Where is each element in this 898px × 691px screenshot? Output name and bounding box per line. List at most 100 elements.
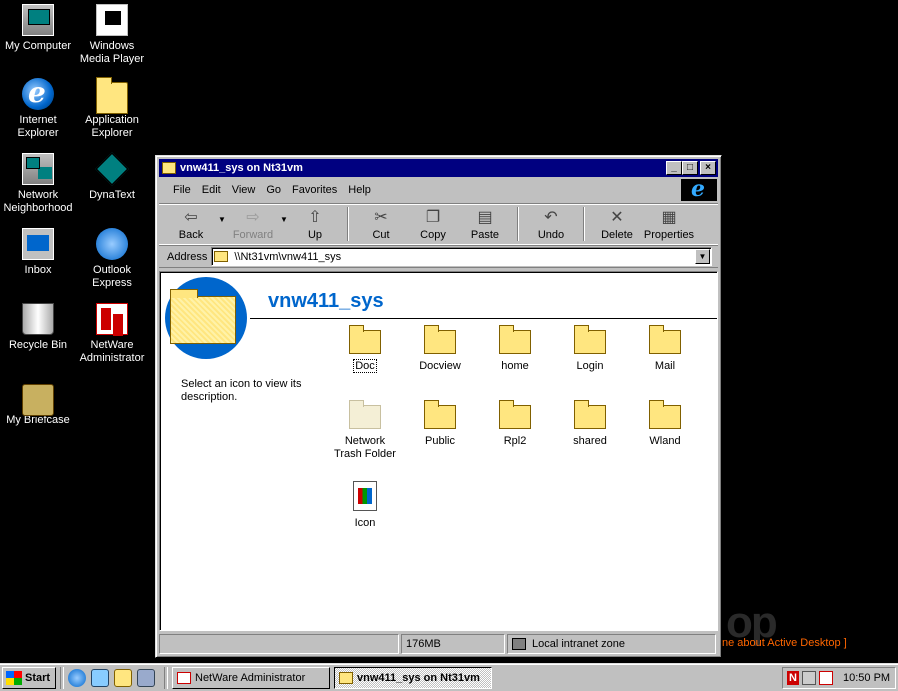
netware-tray-icon[interactable]: N bbox=[787, 671, 799, 685]
copy-icon: ❐ bbox=[425, 209, 441, 226]
volume-tray-icon[interactable] bbox=[802, 671, 816, 685]
folder-icon bbox=[214, 251, 229, 262]
clock[interactable]: 10:50 PM bbox=[843, 672, 890, 684]
folder-view: vnw411_sys Select an icon to view its de… bbox=[159, 271, 718, 631]
menu-file[interactable]: File bbox=[173, 184, 191, 196]
windows-flag-icon bbox=[6, 670, 22, 685]
properties-button[interactable]: ▦ Properties bbox=[643, 207, 695, 244]
large-folder-icon bbox=[170, 289, 236, 344]
toolbar-separator bbox=[517, 207, 519, 241]
menu-view[interactable]: View bbox=[232, 184, 256, 196]
up-folder-icon: ⇧ bbox=[308, 209, 322, 226]
desktop-icon-internet-explorer[interactable]: Internet Explorer bbox=[0, 76, 76, 140]
inbox-icon bbox=[22, 228, 54, 260]
folder-icon bbox=[649, 400, 681, 429]
folder-icon bbox=[424, 400, 456, 429]
recycle-bin-icon bbox=[22, 303, 54, 335]
explorer-window: vnw411_sys on Nt31vm _ □ × File Edit Vie… bbox=[155, 155, 722, 658]
desktop-icon-my-computer[interactable]: My Computer bbox=[0, 4, 76, 53]
folder-icon bbox=[424, 325, 456, 354]
intranet-zone-icon bbox=[512, 638, 526, 650]
folder-item-rpl2[interactable]: Rpl2 bbox=[480, 397, 550, 448]
up-button[interactable]: ⇧ Up bbox=[289, 207, 341, 244]
folder-icon bbox=[499, 400, 531, 429]
description-text: Select an icon to view its description. bbox=[181, 378, 302, 403]
desktop-icon-dynatext[interactable]: DynaText bbox=[74, 152, 150, 202]
forward-dropdown-icon[interactable]: ▼ bbox=[279, 215, 289, 244]
task-explorer-window[interactable]: vnw411_sys on Nt31vm bbox=[334, 666, 492, 689]
undo-icon: ↶ bbox=[544, 209, 558, 226]
window-title: vnw411_sys on Nt31vm bbox=[180, 162, 303, 174]
desktop-icon-my-briefcase[interactable]: My Briefcase bbox=[0, 378, 76, 427]
back-arrow-icon: ⇦ bbox=[184, 209, 198, 226]
toolbar: ⇦ Back ▼ ⇨ Forward ▼ ⇧ Up ✂ Cut ❐ Copy ▤… bbox=[159, 203, 718, 245]
quicklaunch-show-desktop-icon[interactable] bbox=[114, 668, 132, 687]
desktop-icon-network-neighborhood[interactable]: Network Neighborhood bbox=[0, 153, 76, 215]
folder-item-mail[interactable]: Mail bbox=[630, 322, 700, 373]
folder-icon bbox=[162, 162, 176, 174]
address-value: \\Nt31vm\vnw411_sys bbox=[234, 250, 342, 263]
folder-item-login[interactable]: Login bbox=[555, 322, 625, 373]
quicklaunch-channels-icon[interactable] bbox=[137, 668, 155, 687]
toolbar-separator bbox=[583, 207, 585, 241]
minimize-button[interactable]: _ bbox=[666, 161, 682, 175]
folder-icon bbox=[574, 325, 606, 354]
forward-button[interactable]: ⇨ Forward bbox=[227, 207, 279, 244]
desktop-icon-inbox[interactable]: Inbox bbox=[0, 228, 76, 277]
copy-button[interactable]: ❐ Copy bbox=[407, 207, 459, 244]
close-button[interactable]: × bbox=[700, 161, 716, 175]
network-neighborhood-icon bbox=[22, 153, 54, 185]
desktop-icon-windows-media-player[interactable]: Windows Media Player bbox=[74, 4, 150, 66]
dynatext-icon bbox=[95, 152, 129, 186]
desktop-icon-application-explorer[interactable]: Application Explorer bbox=[74, 77, 150, 140]
maximize-button[interactable]: □ bbox=[682, 161, 698, 175]
toolbar-separator bbox=[347, 207, 349, 241]
delete-button[interactable]: ✕ Delete bbox=[591, 207, 643, 244]
cut-button[interactable]: ✂ Cut bbox=[355, 207, 407, 244]
back-button[interactable]: ⇦ Back bbox=[165, 207, 217, 244]
undo-button[interactable]: ↶ Undo bbox=[525, 207, 577, 244]
folder-item-doc[interactable]: Doc bbox=[330, 322, 400, 373]
folder-icon bbox=[349, 325, 381, 354]
address-dropdown-icon[interactable]: ▼ bbox=[695, 249, 710, 264]
folder-item-public[interactable]: Public bbox=[405, 397, 475, 448]
menu-edit[interactable]: Edit bbox=[202, 184, 221, 196]
paste-button[interactable]: ▤ Paste bbox=[459, 207, 511, 244]
scheduler-tray-icon[interactable] bbox=[819, 671, 833, 685]
desktop-icon-recycle-bin[interactable]: Recycle Bin bbox=[0, 303, 76, 352]
folder-item-network-trash-folder[interactable]: Network Trash Folder bbox=[330, 397, 400, 461]
my-computer-icon bbox=[22, 4, 54, 36]
netware-administrator-icon bbox=[177, 671, 191, 684]
folder-icon bbox=[574, 400, 606, 429]
forward-arrow-icon: ⇨ bbox=[246, 209, 260, 226]
file-item-icon[interactable]: Icon bbox=[330, 477, 400, 530]
folder-item-wland[interactable]: Wland bbox=[630, 397, 700, 448]
start-button[interactable]: Start bbox=[2, 666, 56, 689]
media-player-icon bbox=[96, 4, 128, 36]
title-bar[interactable]: vnw411_sys on Nt31vm _ □ × bbox=[159, 159, 718, 177]
outlook-express-icon bbox=[96, 228, 128, 260]
clipboard-icon: ▤ bbox=[477, 209, 493, 226]
quicklaunch-ie-icon[interactable] bbox=[68, 668, 86, 687]
address-input[interactable]: \\Nt31vm\vnw411_sys ▼ bbox=[211, 247, 712, 266]
folder-item-home[interactable]: home bbox=[480, 322, 550, 373]
back-dropdown-icon[interactable]: ▼ bbox=[217, 215, 227, 244]
taskbar: Start NetWare Administrator vnw411_sys o… bbox=[0, 663, 898, 691]
active-desktop-link[interactable]: ne about Active Desktop ] bbox=[722, 637, 847, 649]
menu-help[interactable]: Help bbox=[348, 184, 371, 196]
folder-item-shared[interactable]: shared bbox=[555, 397, 625, 448]
application-explorer-icon bbox=[96, 77, 128, 114]
menu-favorites[interactable]: Favorites bbox=[292, 184, 337, 196]
folder-title: vnw411_sys bbox=[268, 290, 384, 312]
taskbar-separator bbox=[164, 666, 168, 689]
folder-item-docview[interactable]: Docview bbox=[405, 322, 475, 373]
ie-throbber-icon bbox=[681, 176, 717, 202]
desktop-icon-netware-administrator[interactable]: NetWare Administrator bbox=[74, 303, 150, 365]
quicklaunch-outlook-icon[interactable] bbox=[91, 668, 109, 687]
task-netware-administrator[interactable]: NetWare Administrator bbox=[172, 666, 330, 689]
desktop-icon-outlook-express[interactable]: Outlook Express bbox=[74, 228, 150, 290]
window-controls: _ □ × bbox=[666, 161, 716, 175]
menu-go[interactable]: Go bbox=[266, 184, 281, 196]
document-icon bbox=[353, 481, 377, 511]
system-tray: N 10:50 PM bbox=[782, 667, 896, 689]
